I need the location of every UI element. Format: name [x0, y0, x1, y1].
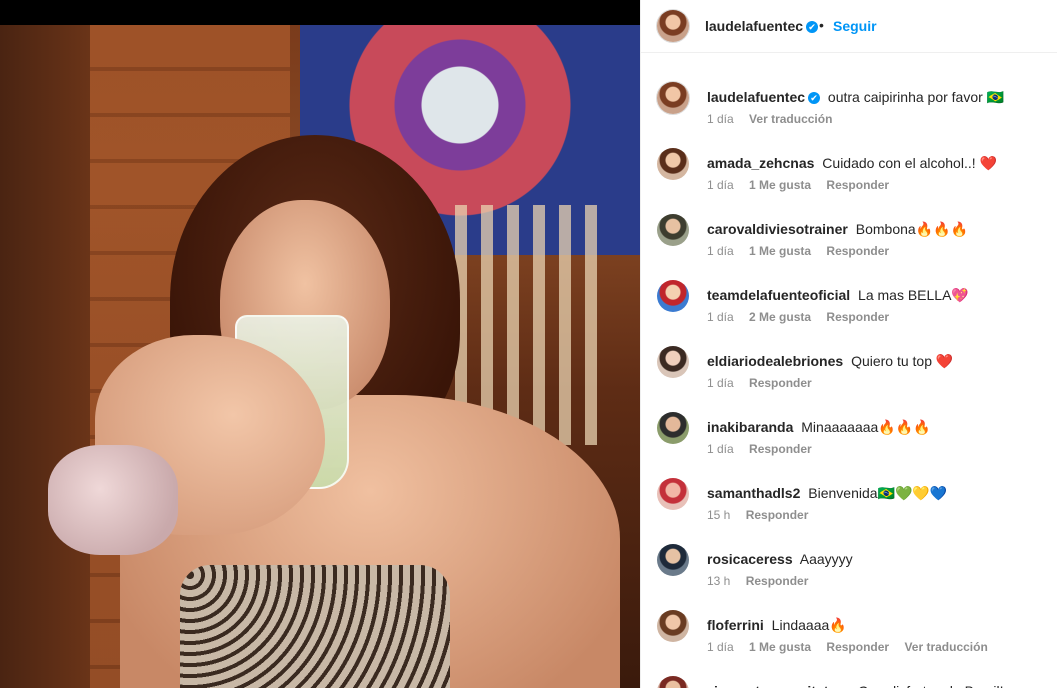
comments-panel: laudelafuentec ✔ • Seguir laudelafuentec ✔…	[640, 0, 1057, 688]
comment-item: zinarestonarquitetura Que disfrutes de B…	[641, 659, 1057, 688]
reply-button[interactable]: Responder	[746, 574, 809, 588]
caption-time[interactable]: 1 día	[707, 112, 734, 126]
translate-button[interactable]: Ver traducción	[904, 640, 987, 654]
photo-background-wall	[0, 25, 90, 688]
comment-item: teamdelafuenteoficial La mas BELLA💖 1 dí…	[641, 263, 1057, 324]
comment-username[interactable]: samanthadls2	[707, 485, 800, 501]
comment-line: samanthadls2 Bienvenida🇧🇷💚💛💙	[707, 485, 1048, 502]
reply-button[interactable]: Responder	[826, 640, 889, 654]
comment-line: amada_zehcnas Cuidado con el alcohol..! …	[707, 155, 1048, 172]
comment-meta: 1 día 1 Me gusta Responder Ver traducció…	[707, 640, 1000, 654]
comment-text: La mas BELLA💖	[858, 287, 969, 303]
comment-item: rosicaceress Aaayyyy 13 h Responder	[641, 527, 1057, 588]
commenter-avatar[interactable]	[657, 544, 689, 576]
author-username-text[interactable]: laudelafuentec	[705, 18, 803, 34]
header-separator: •	[819, 17, 824, 33]
comment-likes[interactable]: 1 Me gusta	[749, 178, 811, 192]
comment-time[interactable]: 1 día	[707, 178, 734, 192]
comment-likes[interactable]: 1 Me gusta	[749, 640, 811, 654]
comment-meta: 1 día 1 Me gusta Responder	[707, 178, 901, 192]
reply-button[interactable]: Responder	[826, 178, 889, 192]
comment-text: Cuidado con el alcohol..! ❤️	[822, 155, 997, 171]
comment-time[interactable]: 1 día	[707, 640, 734, 654]
comment-username[interactable]: inakibaranda	[707, 419, 793, 435]
comment-item: samanthadls2 Bienvenida🇧🇷💚💛💙 15 h Respon…	[641, 461, 1057, 522]
comment-username[interactable]: zinarestonarquitetura	[707, 683, 850, 688]
comment-text: Bienvenida🇧🇷💚💛💙	[808, 485, 948, 501]
reply-button[interactable]: Responder	[826, 244, 889, 258]
commenter-avatar[interactable]	[657, 346, 689, 378]
comment-username[interactable]: amada_zehcnas	[707, 155, 814, 171]
comment-username[interactable]: eldiariodealebriones	[707, 353, 843, 369]
post-header: laudelafuentec ✔ • Seguir	[641, 0, 1057, 53]
commenter-avatar[interactable]	[657, 412, 689, 444]
comment-text: Lindaaaa🔥	[771, 617, 847, 633]
verified-badge-icon: ✔	[806, 21, 819, 33]
comment-text: Quiero tu top ❤️	[851, 353, 954, 369]
reply-button[interactable]: Responder	[749, 442, 812, 456]
comment-likes[interactable]: 2 Me gusta	[749, 310, 811, 324]
comment-time[interactable]: 1 día	[707, 310, 734, 324]
comment-meta: 15 h Responder	[707, 508, 820, 522]
comment-likes[interactable]: 1 Me gusta	[749, 244, 811, 258]
photo-scrunchie	[48, 445, 178, 555]
comment-meta: 1 día 1 Me gusta Responder	[707, 244, 901, 258]
comment-line: zinarestonarquitetura Que disfrutes de B…	[707, 683, 1048, 688]
comment-time[interactable]: 1 día	[707, 442, 734, 456]
comment-item: eldiariodealebriones Quiero tu top ❤️ 1 …	[641, 329, 1057, 390]
commenter-avatar[interactable]	[657, 148, 689, 180]
comments-list[interactable]: laudelafuentec ✔ outra caipirinha por fav…	[641, 53, 1057, 688]
comment-meta: 13 h Responder	[707, 574, 820, 588]
caption-line: laudelafuentec ✔ outra caipirinha por fav…	[707, 89, 1048, 106]
author-username[interactable]: laudelafuentec ✔	[705, 18, 819, 34]
commenter-avatar[interactable]	[657, 478, 689, 510]
comment-line: carovaldiviesotrainer Bombona🔥🔥🔥	[707, 221, 1048, 238]
reply-button[interactable]: Responder	[826, 310, 889, 324]
commenter-avatar[interactable]	[657, 610, 689, 642]
comment-line: inakibaranda Minaaaaaaa🔥🔥🔥	[707, 419, 1048, 436]
post-media	[0, 0, 640, 688]
photo-leopard-top	[180, 565, 450, 688]
caption-text: outra caipirinha por favor 🇧🇷	[827, 89, 1005, 105]
caption-meta: 1 día Ver traducción	[707, 112, 844, 126]
translate-button[interactable]: Ver traducción	[749, 112, 832, 126]
caption-username-text[interactable]: laudelafuentec	[707, 89, 805, 105]
comment-time[interactable]: 15 h	[707, 508, 730, 522]
comment-item: inakibaranda Minaaaaaaa🔥🔥🔥 1 día Respond…	[641, 395, 1057, 456]
comment-username[interactable]: carovaldiviesotrainer	[707, 221, 848, 237]
post-photo[interactable]	[0, 25, 640, 688]
comment-time[interactable]: 1 día	[707, 244, 734, 258]
commenter-avatar[interactable]	[657, 280, 689, 312]
comment-text: Minaaaaaaa🔥🔥🔥	[801, 419, 931, 435]
comment-text: Aaayyyy	[799, 551, 853, 567]
caption-avatar[interactable]	[657, 82, 689, 114]
commenter-avatar[interactable]	[657, 676, 689, 688]
commenter-avatar[interactable]	[657, 214, 689, 246]
reply-button[interactable]: Responder	[749, 376, 812, 390]
comment-time[interactable]: 1 día	[707, 376, 734, 390]
comment-text: Bombona🔥🔥🔥	[855, 221, 968, 237]
comment-line: floferrini Lindaaaa🔥	[707, 617, 1048, 634]
comment-item: carovaldiviesotrainer Bombona🔥🔥🔥 1 día 1…	[641, 197, 1057, 258]
comment-username[interactable]: rosicaceress	[707, 551, 793, 567]
comment-username[interactable]: teamdelafuenteoficial	[707, 287, 850, 303]
comment-line: rosicaceress Aaayyyy	[707, 551, 1048, 567]
comment-meta: 1 día 2 Me gusta Responder	[707, 310, 901, 324]
comment-username[interactable]: floferrini	[707, 617, 764, 633]
author-avatar[interactable]	[657, 10, 689, 42]
follow-button[interactable]: Seguir	[833, 18, 877, 34]
comment-time[interactable]: 13 h	[707, 574, 730, 588]
reply-button[interactable]: Responder	[746, 508, 809, 522]
comment-line: eldiariodealebriones Quiero tu top ❤️	[707, 353, 1048, 370]
verified-badge-icon: ✔	[808, 92, 821, 104]
comment-meta: 1 día Responder	[707, 376, 824, 390]
comment-text: Que disfrutes de Brasil!	[858, 683, 1004, 688]
caption-item: laudelafuentec ✔ outra caipirinha por fav…	[641, 65, 1057, 126]
comment-line: teamdelafuenteoficial La mas BELLA💖	[707, 287, 1048, 304]
comment-meta: 1 día Responder	[707, 442, 824, 456]
comment-item: amada_zehcnas Cuidado con el alcohol..! …	[641, 131, 1057, 192]
caption-username[interactable]: laudelafuentec ✔	[707, 89, 821, 105]
comment-item: floferrini Lindaaaa🔥 1 día 1 Me gusta Re…	[641, 593, 1057, 654]
